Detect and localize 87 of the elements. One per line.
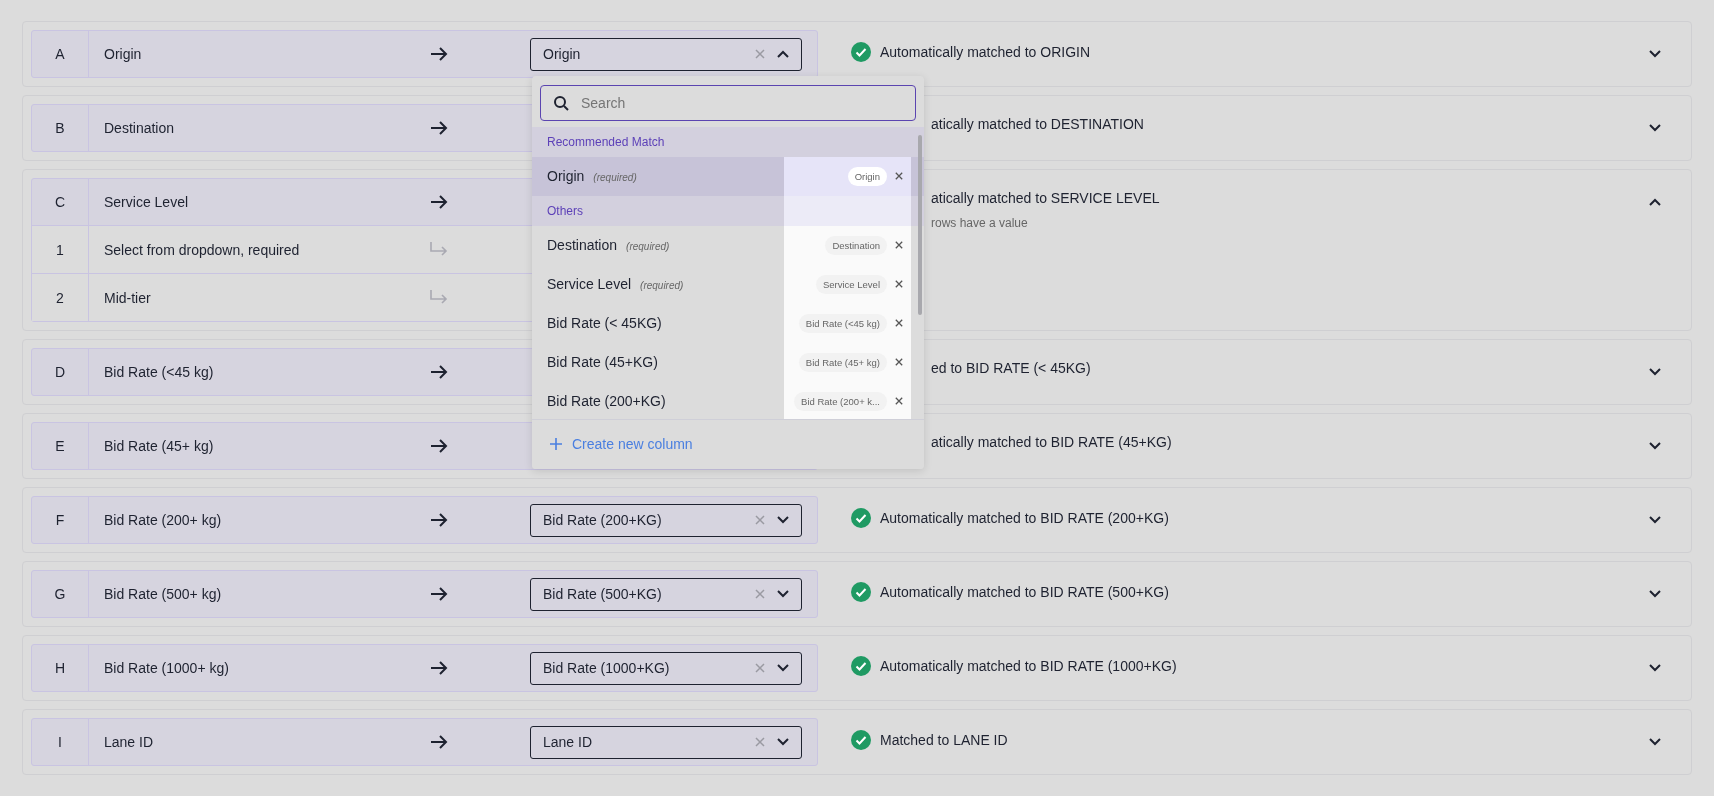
column-letter: H [32, 645, 89, 691]
arrow-right-icon [430, 47, 448, 61]
arrow-right-icon [430, 365, 448, 379]
chevron-down-icon[interactable] [1649, 664, 1661, 672]
group-heading: Recommended Match [546, 134, 666, 149]
column-name: Bid Rate (1000+ kg) [103, 660, 230, 676]
arrow-right-icon [430, 439, 448, 453]
option-item[interactable]: Destination (required) Destination [532, 225, 924, 265]
arrow-right-icon [430, 513, 448, 527]
arrow-right-icon [430, 735, 448, 749]
remove-icon[interactable] [895, 319, 903, 327]
search-field[interactable]: Search [540, 84, 916, 121]
column-select[interactable]: Lane ID [530, 725, 802, 759]
search-icon [553, 94, 569, 111]
chevron-down-icon[interactable] [1649, 50, 1661, 58]
status-note: rows have a value [931, 216, 1029, 230]
chevron-down-icon[interactable] [777, 590, 789, 598]
match-status: Automatically matched to BID RATE (200+KG) [880, 510, 1169, 526]
column-select[interactable]: Bid Rate (500+KG) [530, 577, 802, 611]
match-status: atically matched to BID RATE (45+KG) [931, 434, 1172, 450]
column-letter: D [32, 349, 89, 395]
column-select[interactable]: Bid Rate (1000+KG) [530, 651, 802, 685]
check-circle-icon [851, 508, 871, 528]
column-chip: Origin [847, 166, 887, 186]
scrollbar[interactable] [918, 134, 922, 315]
remove-icon[interactable] [895, 280, 903, 288]
chevron-down-icon[interactable] [777, 738, 789, 746]
check-circle-icon [851, 730, 871, 750]
match-status: Automatically matched to ORIGIN [880, 44, 1091, 60]
arrow-right-icon [430, 195, 448, 209]
column-letter: A [32, 31, 89, 77]
column-name: Destination [103, 120, 176, 136]
arrow-right-icon [430, 587, 448, 601]
column-chip: Service Level [815, 274, 887, 294]
column-letter: G [32, 571, 89, 617]
check-circle-icon [851, 582, 871, 602]
option-item[interactable]: Bid Rate (< 45KG) Bid Rate (<45 kg) [532, 303, 924, 343]
column-chip: Destination [825, 235, 887, 255]
check-circle-icon [851, 656, 871, 676]
remove-icon[interactable] [895, 241, 903, 249]
chevron-down-icon[interactable] [1649, 516, 1661, 524]
match-status: atically matched to DESTINATION [931, 116, 1144, 132]
option-item[interactable]: Service Level (required) Service Level [532, 264, 924, 304]
remove-icon[interactable] [895, 358, 903, 366]
column-name: Bid Rate (500+ kg) [103, 586, 223, 602]
chevron-down-icon[interactable] [1649, 590, 1661, 598]
column-letter: B [32, 105, 89, 151]
arrow-right-icon [430, 661, 448, 675]
column-name: Service Level [103, 194, 190, 210]
match-status: Automatically matched to BID RATE (1000+KG) [880, 658, 1177, 674]
chevron-down-icon[interactable] [1649, 738, 1661, 746]
chevron-down-icon[interactable] [777, 664, 789, 672]
column-name: Lane ID [103, 734, 155, 750]
chevron-up-icon[interactable] [1649, 198, 1661, 206]
match-status: Automatically matched to BID RATE (500+KG) [880, 584, 1169, 600]
column-chip: Bid Rate (45+ kg) [798, 352, 887, 372]
chevron-down-icon[interactable] [777, 516, 789, 524]
column-letter: F [32, 497, 89, 543]
column-select[interactable]: Bid Rate (200+KG) [530, 503, 802, 537]
value-name: Mid-tier [103, 289, 152, 306]
chevron-down-icon[interactable] [1649, 368, 1661, 376]
column-name: Origin [103, 46, 143, 62]
chevron-down-icon[interactable] [1649, 124, 1661, 132]
check-circle-icon [851, 42, 871, 62]
row-number: 2 [32, 274, 89, 321]
chevron-up-icon[interactable] [777, 50, 789, 58]
arrow-right-icon [430, 121, 448, 135]
value-name: Select from dropdown, required [103, 241, 301, 258]
match-status: ed to BID RATE (< 45KG) [931, 360, 1091, 376]
match-status: Matched to LANE ID [880, 732, 1008, 748]
chevron-down-icon[interactable] [1649, 442, 1661, 450]
remove-icon[interactable] [895, 172, 903, 180]
column-letter: I [32, 719, 89, 765]
column-chip: Bid Rate (<45 kg) [798, 313, 887, 333]
match-status: atically matched to SERVICE LEVEL [931, 190, 1160, 206]
group-heading: Others [546, 203, 584, 218]
column-name: Bid Rate (45+ kg) [103, 438, 215, 454]
column-name: Bid Rate (200+ kg) [103, 512, 223, 528]
option-item[interactable]: Bid Rate (200+KG) Bid Rate (200+ k... [532, 381, 924, 419]
option-item[interactable]: Bid Rate (45+KG) Bid Rate (45+ kg) [532, 342, 924, 382]
column-letter: E [32, 423, 89, 469]
plus-icon [550, 438, 562, 450]
option-item[interactable]: Origin (required) Origin [532, 156, 924, 196]
column-select[interactable]: Origin [530, 37, 802, 71]
remove-icon[interactable] [895, 397, 903, 405]
column-name: Bid Rate (<45 kg) [103, 364, 215, 380]
column-chip: Bid Rate (200+ k... [794, 391, 887, 411]
